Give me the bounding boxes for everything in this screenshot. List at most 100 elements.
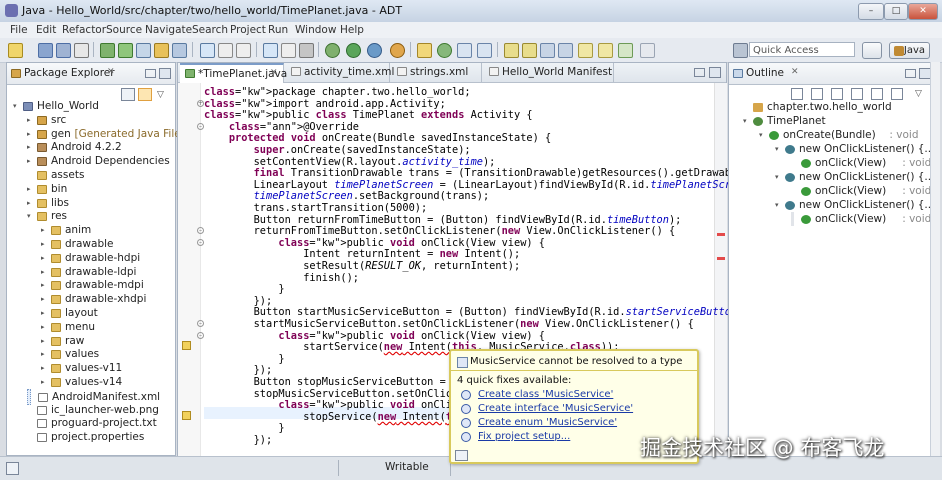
forward-icon[interactable]: [598, 43, 613, 58]
expand-toggle-icon[interactable]: ▸: [41, 241, 48, 248]
quick-fix-marker-icon[interactable]: [182, 410, 191, 420]
editor-minimize-icon[interactable]: [694, 68, 705, 77]
code-line[interactable]: class="kw">public class TimePlanet exten…: [204, 109, 533, 121]
show-whitespace-icon[interactable]: [236, 43, 251, 58]
menu-navigate[interactable]: Navigate: [145, 24, 192, 36]
code-line[interactable]: }: [204, 283, 284, 295]
editor-tab[interactable]: Hello_World Manifest: [484, 63, 614, 82]
back-icon[interactable]: [578, 43, 593, 58]
expand-toggle-icon[interactable]: ▸: [41, 282, 48, 289]
expand-toggle-icon[interactable]: ▸: [41, 379, 48, 386]
view-menu-icon[interactable]: ▽: [157, 90, 164, 100]
expand-toggle-icon[interactable]: ▸: [41, 227, 48, 234]
open-perspective-button[interactable]: [862, 42, 882, 59]
view-menu-icon[interactable]: ▽: [915, 89, 922, 99]
focus-active-icon[interactable]: [891, 88, 903, 100]
menu-project[interactable]: Project: [230, 24, 266, 36]
code-line[interactable]: trans.startTransition(5000);: [204, 202, 428, 214]
quick-fix-item[interactable]: Create enum 'MusicService': [478, 417, 617, 428]
code-line[interactable]: }: [204, 353, 284, 365]
checkbox-icon[interactable]: [281, 43, 296, 58]
skip-breakpoints-icon[interactable]: [263, 43, 278, 58]
toolbar-overflow-icon[interactable]: [733, 43, 748, 58]
minimize-button[interactable]: –: [858, 3, 884, 20]
last-edit-icon[interactable]: [540, 43, 555, 58]
hide-local-types-icon[interactable]: [871, 88, 883, 100]
run-external-icon[interactable]: [367, 43, 382, 58]
fold-toggle-icon[interactable]: –: [197, 122, 204, 130]
maximize-button[interactable]: □: [884, 3, 908, 20]
expand-toggle-icon[interactable]: ▸: [41, 337, 48, 345]
fold-toggle-icon[interactable]: –: [197, 238, 204, 246]
code-line[interactable]: Intent returnIntent = new Intent();: [204, 248, 520, 260]
expand-toggle-icon[interactable]: ▸: [27, 158, 34, 165]
quick-access-input[interactable]: Quick Access: [749, 42, 855, 57]
editor-maximize-icon[interactable]: [709, 67, 721, 78]
expand-toggle-icon[interactable]: ▾: [775, 146, 782, 153]
menu-refactor[interactable]: Refactor: [62, 24, 106, 36]
overview-ruler[interactable]: [714, 83, 727, 459]
package-tree-item[interactable]: AndroidManifest.xml: [27, 388, 160, 405]
expand-toggle-icon[interactable]: ▸: [41, 254, 48, 262]
fold-toggle-icon[interactable]: –: [197, 320, 204, 327]
navigate-back-icon[interactable]: [618, 43, 633, 58]
save-icon[interactable]: [38, 43, 53, 58]
code-line[interactable]: class="kw">import android.app.Activity;: [204, 98, 446, 110]
expand-toggle-icon[interactable]: ▾: [775, 174, 782, 181]
hide-fields-icon[interactable]: [811, 88, 823, 100]
code-line[interactable]: });: [204, 364, 273, 376]
minimize-view-icon[interactable]: [905, 69, 916, 78]
expand-toggle-icon[interactable]: ▸: [27, 144, 34, 151]
menu-window[interactable]: Window: [295, 24, 336, 36]
expand-toggle-icon[interactable]: ▾: [775, 202, 782, 209]
new-java-class-icon[interactable]: [437, 43, 452, 58]
java-perspective-button[interactable]: Java: [889, 42, 930, 59]
editor-tab[interactable]: strings.xml: [392, 63, 482, 82]
error-marker[interactable]: [717, 233, 725, 236]
expand-toggle-icon[interactable]: ▾: [743, 118, 750, 125]
code-line[interactable]: });: [204, 434, 273, 446]
expand-toggle-icon[interactable]: ▸: [27, 130, 34, 138]
print-icon[interactable]: [74, 43, 89, 58]
code-line[interactable]: Button returnFromTimeButton = (Button) f…: [204, 214, 682, 226]
outline-tab[interactable]: Outline ✕: [729, 63, 935, 85]
code-line[interactable]: final TransitionDrawable trans = (Transi…: [204, 167, 775, 179]
prev-annotation-icon[interactable]: [522, 43, 537, 58]
expand-toggle-icon[interactable]: ▾: [27, 213, 34, 220]
fold-toggle-icon[interactable]: +: [197, 99, 204, 107]
code-line[interactable]: class="kw">public void onClick(View view…: [204, 237, 545, 249]
code-line[interactable]: stopMusicServiceButton.setOnClickList: [204, 388, 483, 400]
quick-fix-item[interactable]: Create interface 'MusicService': [478, 403, 633, 414]
code-line[interactable]: returnFromTimeButton.setOnClickListener(…: [204, 225, 676, 237]
terminate-icon[interactable]: [299, 43, 314, 58]
new-icon[interactable]: [8, 43, 23, 58]
menu-run[interactable]: Run: [268, 24, 288, 36]
code-line[interactable]: });: [204, 295, 273, 307]
expand-toggle-icon[interactable]: ▸: [27, 116, 34, 124]
next-annotation-icon[interactable]: [504, 43, 519, 58]
toggle-block-icon[interactable]: [218, 43, 233, 58]
package-explorer-tab[interactable]: Package Explorer ✕: [7, 63, 175, 85]
code-line[interactable]: protected void onCreate(Bundle savedInst…: [204, 132, 551, 144]
code-line[interactable]: timePlanetScreen.setBackground(trans);: [204, 190, 490, 202]
navigate-forward-icon[interactable]: [640, 43, 655, 58]
expand-toggle-icon[interactable]: ▸: [41, 365, 48, 372]
expand-toggle-icon[interactable]: ▾: [759, 132, 766, 139]
menu-file[interactable]: File: [10, 24, 28, 36]
coverage-icon[interactable]: [390, 43, 405, 58]
outline-item[interactable]: onClick(View): void: [791, 212, 931, 226]
expand-toggle-icon[interactable]: ▸: [41, 268, 48, 276]
link-with-editor-icon[interactable]: [138, 88, 152, 101]
fast-view-icon[interactable]: [6, 462, 19, 475]
code-line[interactable]: class="kw">public void onClick(View view…: [204, 330, 545, 342]
editor-tab[interactable]: activity_time.xml: [286, 63, 394, 82]
hide-nonpublic-icon[interactable]: [851, 88, 863, 100]
editor-tab[interactable]: *TimePlanet.java ✕: [180, 63, 287, 83]
error-marker[interactable]: [717, 257, 725, 260]
xml-file-icon[interactable]: [172, 43, 187, 58]
code-line[interactable]: LinearLayout timePlanetScreen = (LinearL…: [204, 179, 762, 191]
avd-manager-icon[interactable]: [118, 43, 133, 58]
menu-search[interactable]: Search: [192, 24, 228, 36]
collapse-all-icon[interactable]: [121, 88, 135, 101]
code-line[interactable]: class="ann">@Override: [204, 121, 359, 133]
